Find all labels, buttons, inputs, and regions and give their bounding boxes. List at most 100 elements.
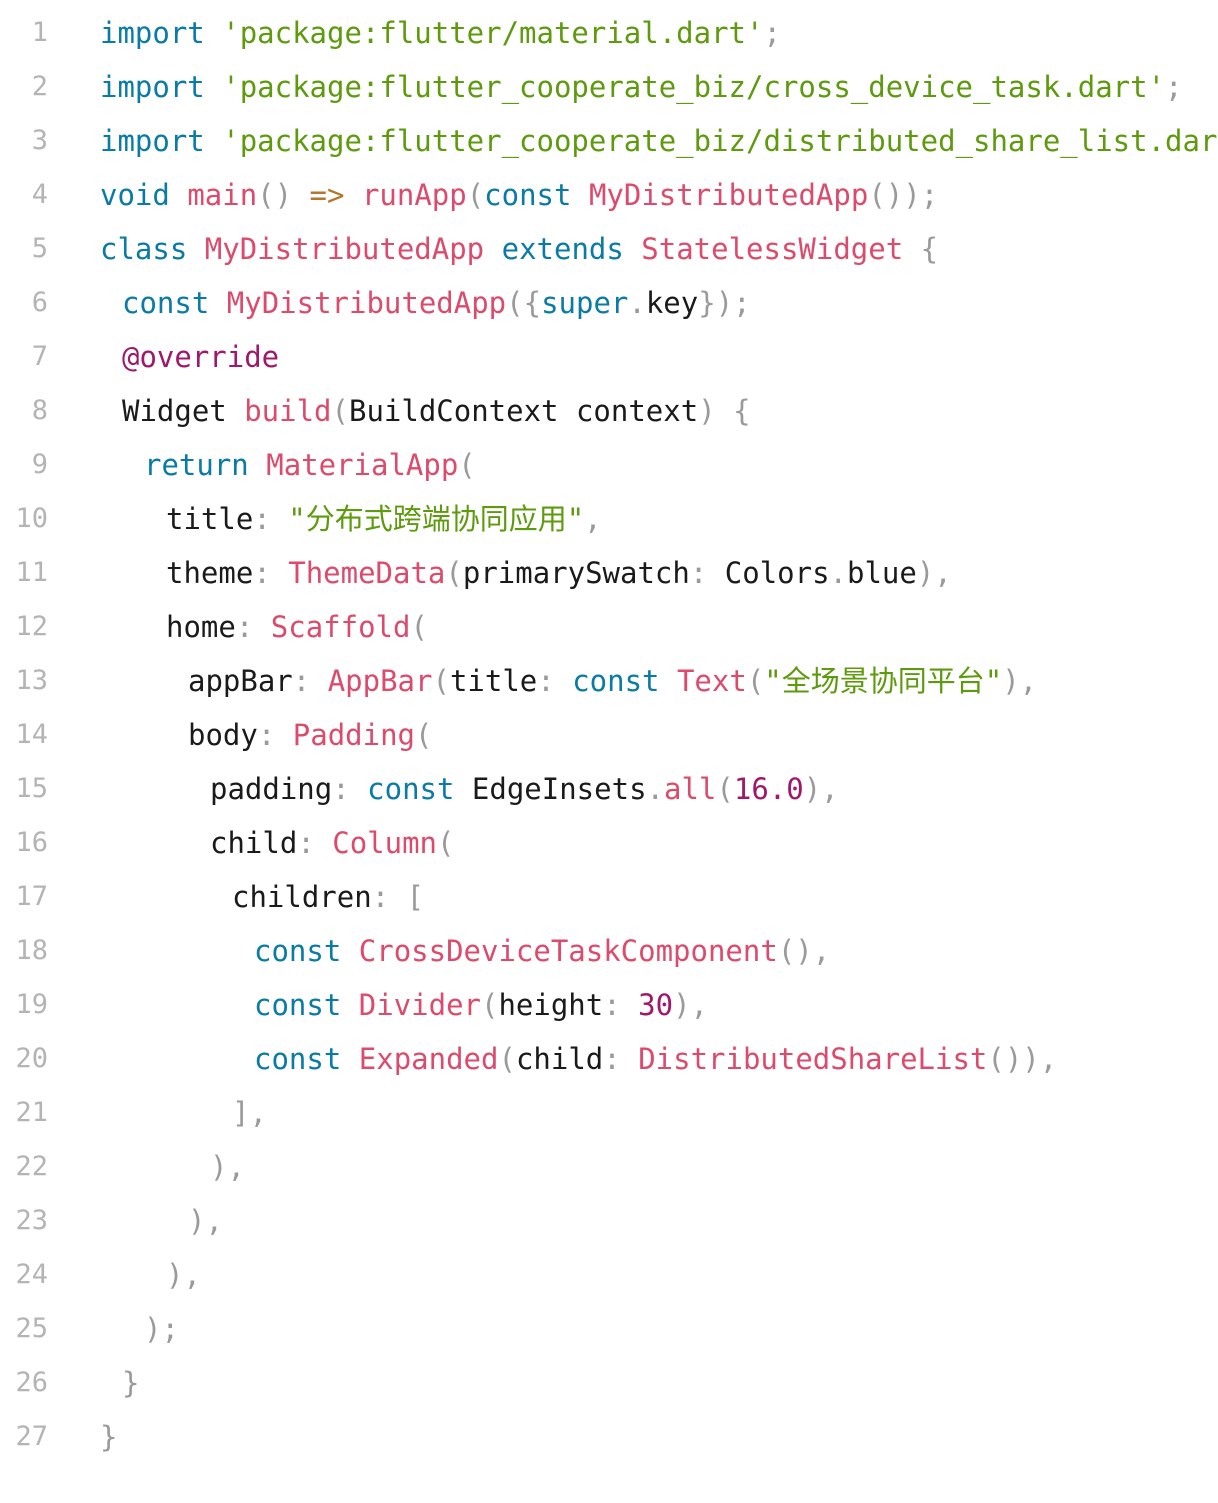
token-punctuation: }); [698, 286, 751, 320]
line-number: 6 [31, 287, 48, 318]
code-text: import 'package:flutter/material.dart'; [100, 6, 781, 60]
code-text: const CrossDeviceTaskComponent(), [254, 924, 830, 978]
line-number: 11 [15, 557, 48, 588]
code-line[interactable]: 7 @override [0, 330, 1218, 384]
line-number: 7 [31, 341, 48, 372]
line-number: 4 [31, 179, 48, 210]
token-keyword: return [144, 448, 249, 482]
code-text: body: Padding( [188, 708, 432, 762]
token-keyword: import [100, 124, 205, 158]
token-keyword: const [254, 988, 342, 1022]
token-text: title [166, 502, 254, 536]
code-line[interactable]: 22), [0, 1140, 1218, 1194]
token-string: 'package:flutter_cooperate_biz/distribut… [222, 124, 1218, 158]
line-number: 12 [15, 611, 48, 642]
token-punctuation: ( [498, 1042, 516, 1076]
code-line[interactable]: 19 const Divider(height: 30), [0, 978, 1218, 1032]
token-keyword: void [100, 178, 170, 212]
code-line[interactable]: 13 appBar: AppBar(title: const Text("全场景协… [0, 654, 1218, 708]
code-line[interactable]: 6 const MyDistributedApp({super.key}); [0, 276, 1218, 330]
line-number: 22 [15, 1151, 48, 1182]
code-line[interactable]: 10 title: "分布式跨端协同应用", [0, 492, 1218, 546]
code-text: title: "分布式跨端协同应用", [166, 492, 602, 546]
code-line[interactable]: 20 const Expanded(child: DistributedShare… [0, 1032, 1218, 1086]
code-line[interactable]: 4 void main() => runApp(const MyDistribut… [0, 168, 1218, 222]
code-text: } [100, 1410, 117, 1464]
code-line[interactable]: 15 padding: const EdgeInsets.all(16.0), [0, 762, 1218, 816]
code-line[interactable]: 16 child: Column( [0, 816, 1218, 870]
line-number: 2 [31, 71, 48, 102]
token-punctuation: { [920, 232, 939, 266]
code-editor[interactable]: 1 import 'package:flutter/material.dart';… [0, 0, 1218, 1503]
code-line[interactable]: 24), [0, 1248, 1218, 1302]
token-text: title [449, 664, 538, 698]
code-line[interactable]: 8 Widget build(BuildContext context) { [0, 384, 1218, 438]
token-keyword: super [541, 286, 629, 320]
code-line[interactable]: 25); [0, 1302, 1218, 1356]
line-number: 5 [31, 233, 48, 264]
token-punctuation: : [332, 772, 350, 806]
token-identifier: Text [676, 664, 747, 698]
code-line[interactable]: 1 import 'package:flutter/material.dart'; [0, 6, 1218, 60]
token-identifier: CrossDeviceTaskComponent [358, 934, 778, 968]
token-identifier: all [664, 772, 717, 806]
code-text: ], [232, 1086, 267, 1140]
token-punctuation: (), [777, 934, 831, 968]
code-text: } [122, 1356, 139, 1410]
code-line[interactable]: 23), [0, 1194, 1218, 1248]
token-text: blue [847, 556, 917, 590]
token-punctuation: ( [410, 610, 428, 644]
code-line[interactable]: 12 home: Scaffold( [0, 600, 1218, 654]
token-keyword: import [100, 16, 205, 50]
code-line[interactable]: 17 children: [ [0, 870, 1218, 924]
token-punctuation: ), [803, 772, 839, 806]
code-line[interactable]: 11 theme: ThemeData(primarySwatch: Colors… [0, 546, 1218, 600]
code-line[interactable]: 2 import 'package:flutter_cooperate_biz/c… [0, 60, 1218, 114]
code-line[interactable]: 26} [0, 1356, 1218, 1410]
code-text: const Expanded(child: DistributedShareLi… [254, 1032, 1057, 1086]
token-text: home [166, 610, 236, 644]
token-punctuation: ( [466, 178, 485, 212]
line-number: 15 [15, 773, 48, 804]
code-text: padding: const EdgeInsets.all(16.0), [210, 762, 839, 816]
token-punctuation: ), [166, 1258, 201, 1292]
code-line[interactable]: 9 return MaterialApp( [0, 438, 1218, 492]
code-line[interactable]: 21], [0, 1086, 1218, 1140]
code-line[interactable]: 5 class MyDistributedApp extends Stateles… [0, 222, 1218, 276]
line-number: 9 [31, 449, 48, 480]
code-line[interactable]: 18 const CrossDeviceTaskComponent(), [0, 924, 1218, 978]
code-text: appBar: AppBar(title: const Text("全场景协同平… [188, 654, 1037, 708]
token-punctuation: . [628, 286, 646, 320]
token-identifier: MaterialApp [266, 448, 459, 482]
token-punctuation: ( [432, 664, 450, 698]
token-text: body [188, 718, 258, 752]
code-text: @override [122, 330, 279, 384]
token-punctuation: ()), [987, 1042, 1058, 1076]
token-text: children [232, 880, 372, 914]
code-line[interactable]: 14 body: Padding( [0, 708, 1218, 762]
token-punctuation: () [257, 178, 293, 212]
token-punctuation: : [297, 826, 315, 860]
token-keyword: const [484, 178, 572, 212]
token-identifier: MyDistributedApp [204, 232, 485, 266]
code-text: theme: ThemeData(primarySwatch: Colors.b… [166, 546, 952, 600]
line-number: 16 [15, 827, 48, 858]
code-line[interactable]: 27} [0, 1410, 1218, 1464]
line-number: 25 [15, 1313, 48, 1344]
token-identifier: build [244, 394, 332, 428]
token-text: primarySwatch [462, 556, 690, 590]
code-line[interactable]: 3 import 'package:flutter_cooperate_biz/d… [0, 114, 1218, 168]
line-number: 27 [15, 1421, 48, 1452]
code-text: const MyDistributedApp({super.key}); [122, 276, 751, 330]
token-text: height [498, 988, 604, 1022]
